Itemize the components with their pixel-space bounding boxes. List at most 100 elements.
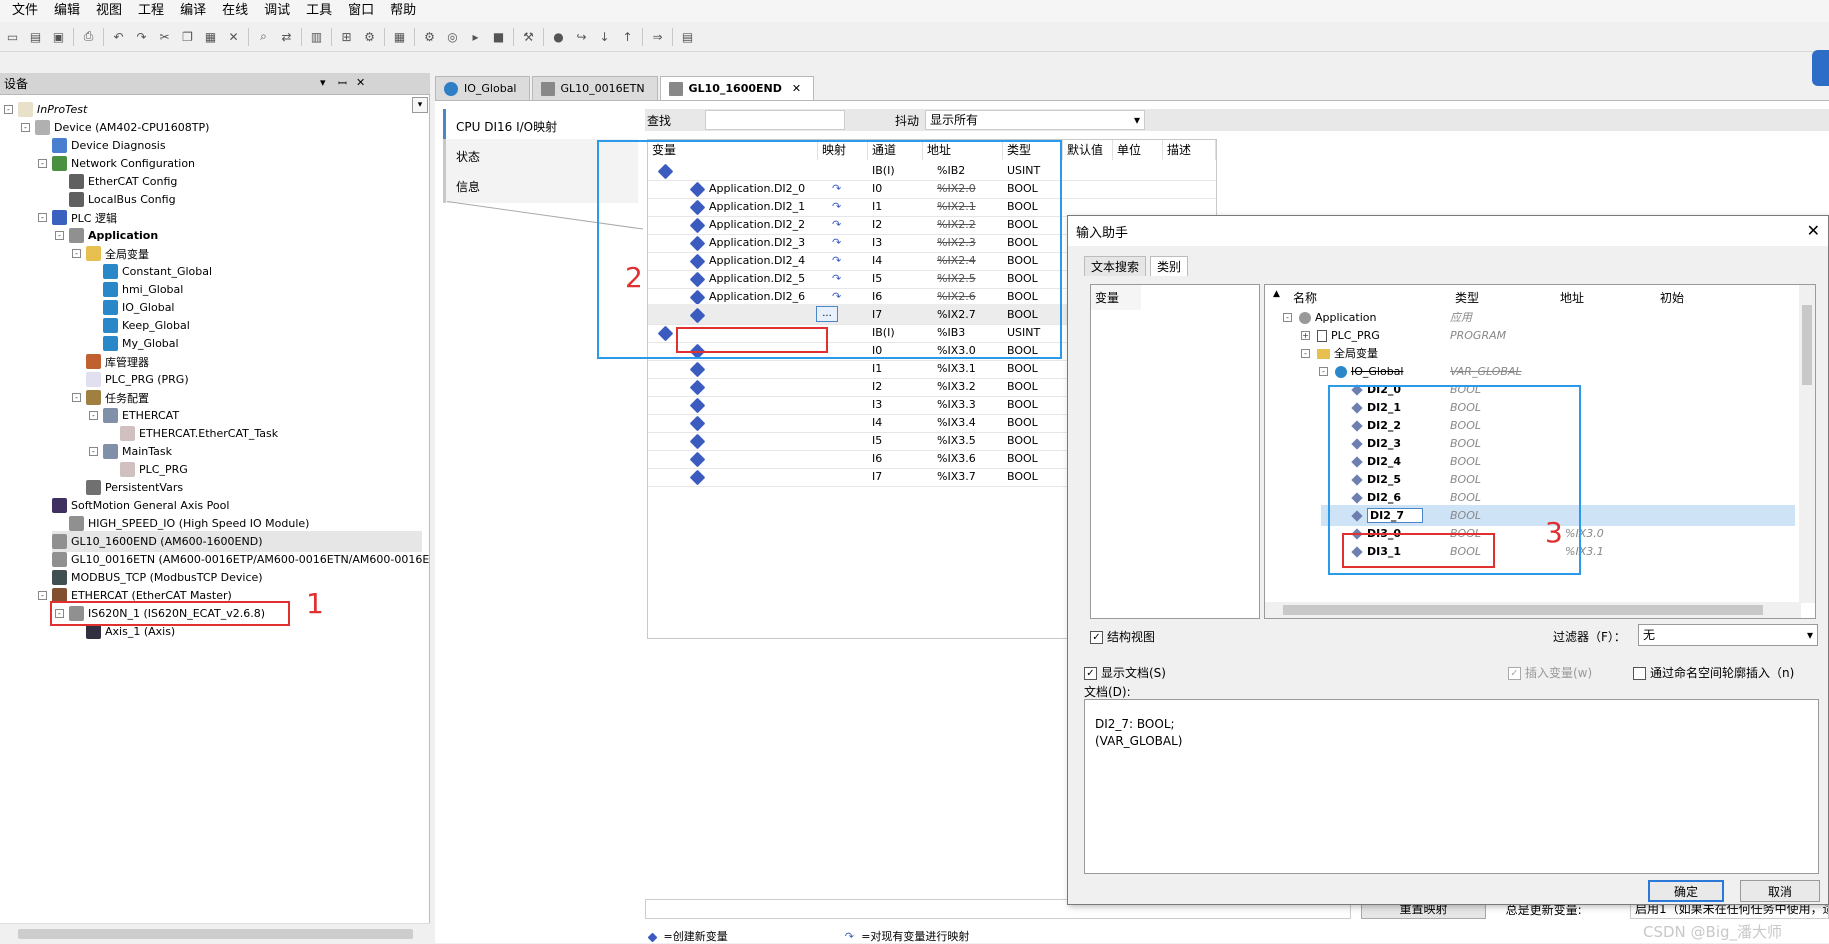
tree-toggle-icon[interactable]: - [89,411,98,420]
insert-variable-checkbox[interactable]: ✓ 插入变量(w) [1508,664,1592,681]
toolbar-separator [513,27,514,46]
tree-toggle-icon[interactable]: - [38,159,47,168]
menu-item[interactable]: 在线 [214,0,256,22]
toolbar-separator [543,27,544,46]
menu-item[interactable]: 编辑 [46,0,88,22]
next-icon[interactable]: ⇒ [649,28,666,45]
panel-menu-icon[interactable]: ▾ [320,76,326,89]
show-doc-checkbox[interactable]: ✓ 显示文档(S) [1084,664,1166,681]
build-icon[interactable]: ⚙ [421,28,438,45]
editor-tab[interactable]: GL10_1600END ✕ [659,76,815,100]
menu-item[interactable]: 工具 [298,0,340,22]
close-icon[interactable]: ✕ [1807,221,1820,240]
variable-name: IO_Global [1351,365,1404,378]
tree-toggle-icon[interactable]: - [1319,367,1328,376]
tree-item-label: Device Diagnosis [71,139,166,152]
tab-category[interactable]: 类别 [1150,256,1189,276]
menu-item[interactable]: 工程 [130,0,172,22]
find-icon[interactable]: ⌕ [255,28,272,45]
filter-select[interactable]: 显示所有 ▾ [925,110,1145,130]
breakpoint-icon[interactable]: ● [550,28,567,45]
menu-item[interactable]: 文件 [4,0,46,22]
copy-icon[interactable]: ❐ [179,28,196,45]
replace-icon[interactable]: ⇄ [278,28,295,45]
checkbox-checked-icon: ✓ [1508,667,1521,680]
io-module-icon [69,516,84,531]
scroll-thumb[interactable] [1802,305,1812,385]
tree-combo-dropdown[interactable]: ▾ [412,97,428,113]
step-into-icon[interactable]: ↓ [596,28,613,45]
menu-item[interactable]: 帮助 [382,0,424,22]
toolbar-separator [414,27,415,46]
cancel-button[interactable]: 取消 [1740,880,1820,902]
run-icon[interactable]: ▸ [467,28,484,45]
tree-toggle-icon[interactable]: - [72,393,81,402]
ethercat-config-icon [69,174,84,189]
horizontal-scrollbar[interactable] [1265,602,1801,618]
tools-icon[interactable]: ⚒ [520,28,537,45]
tree-toggle-icon[interactable]: - [4,105,13,114]
more-icon[interactable]: ▤ [679,28,696,45]
tree-toggle-icon[interactable]: - [1283,313,1292,322]
variable-icon [689,415,706,431]
tab-text-search[interactable]: 文本搜索 [1084,256,1147,276]
category-variables[interactable]: 变量 [1091,285,1141,310]
online-icon[interactable]: ◎ [444,28,461,45]
annotation-box-ellipsis [676,327,828,353]
insert-icon[interactable]: ⊞ [338,28,355,45]
delete-icon[interactable]: ✕ [225,28,242,45]
settings-icon[interactable]: ⚙ [361,28,378,45]
tree-toggle-icon[interactable]: - [38,213,47,222]
tree-toggle-icon[interactable]: + [1301,331,1310,340]
menu-item[interactable]: 窗口 [340,0,382,22]
editor-tab[interactable]: IO_Global [435,76,530,100]
close-panel-icon[interactable]: ✕ [356,76,365,89]
tree-item-label: PersistentVars [105,481,184,494]
cut-icon[interactable]: ✂ [156,28,173,45]
pin-icon[interactable]: ꟷ [338,76,347,91]
type-cell: BOOL [1007,470,1038,483]
horizontal-scrollbar[interactable] [0,923,430,943]
save-icon[interactable]: ▣ [50,28,67,45]
scroll-thumb[interactable] [1283,605,1763,615]
browse-icon[interactable]: ▥ [308,28,325,45]
search-input[interactable] [705,110,845,130]
toolbar-separator [103,27,104,46]
undo-icon[interactable]: ↶ [110,28,127,45]
editor-tab[interactable]: GL10_0016ETN [531,76,658,100]
tree-item-label: GL10_1600END (AM600-1600END) [71,535,263,548]
redo-icon[interactable]: ↷ [133,28,150,45]
tree-toggle-icon[interactable]: - [21,123,30,132]
dialog-column-header: 类型 [1455,291,1480,305]
globe-icon [103,336,118,351]
tree-toggle-icon[interactable]: - [1301,349,1310,358]
plc-logic-icon [52,210,67,225]
help-badge-icon[interactable] [1812,50,1829,86]
filter-dropdown[interactable]: 无 ▾ [1638,624,1818,646]
variable-name: PLC_PRG [1331,329,1380,342]
namespace-insert-checkbox[interactable]: 通过命名空间轮廓插入（n) [1633,664,1794,681]
variable-cell[interactable] [688,466,858,487]
step-over-icon[interactable]: ↪ [573,28,590,45]
tree-toggle-icon[interactable]: - [38,591,47,600]
open-icon[interactable]: ▤ [27,28,44,45]
stop-icon[interactable]: ■ [490,28,507,45]
editor-side-tab[interactable]: CPU DI16 I/O映射 [443,109,638,143]
tree-toggle-icon[interactable]: - [55,231,64,240]
structured-view-checkbox[interactable]: ✓ 结构视图 [1090,628,1155,645]
print-icon[interactable]: ⎙ [80,28,97,45]
tree-toggle-icon[interactable]: - [89,447,98,456]
step-out-icon[interactable]: ↑ [619,28,636,45]
vertical-scrollbar[interactable] [1799,285,1815,603]
tree-toggle-icon[interactable]: - [72,249,81,258]
menu-item[interactable]: 编译 [172,0,214,22]
menu-item[interactable]: 调试 [256,0,298,22]
tab-label: IO_Global [464,82,517,95]
menu-item[interactable]: 视图 [88,0,130,22]
close-tab-icon[interactable]: ✕ [792,82,801,95]
paste-icon[interactable]: ▦ [202,28,219,45]
ok-button[interactable]: 确定 [1648,880,1724,902]
device-icon[interactable]: ▦ [391,28,408,45]
new-icon[interactable]: ▭ [4,28,21,45]
filter-label: 过滤器（F）： [1553,630,1626,644]
